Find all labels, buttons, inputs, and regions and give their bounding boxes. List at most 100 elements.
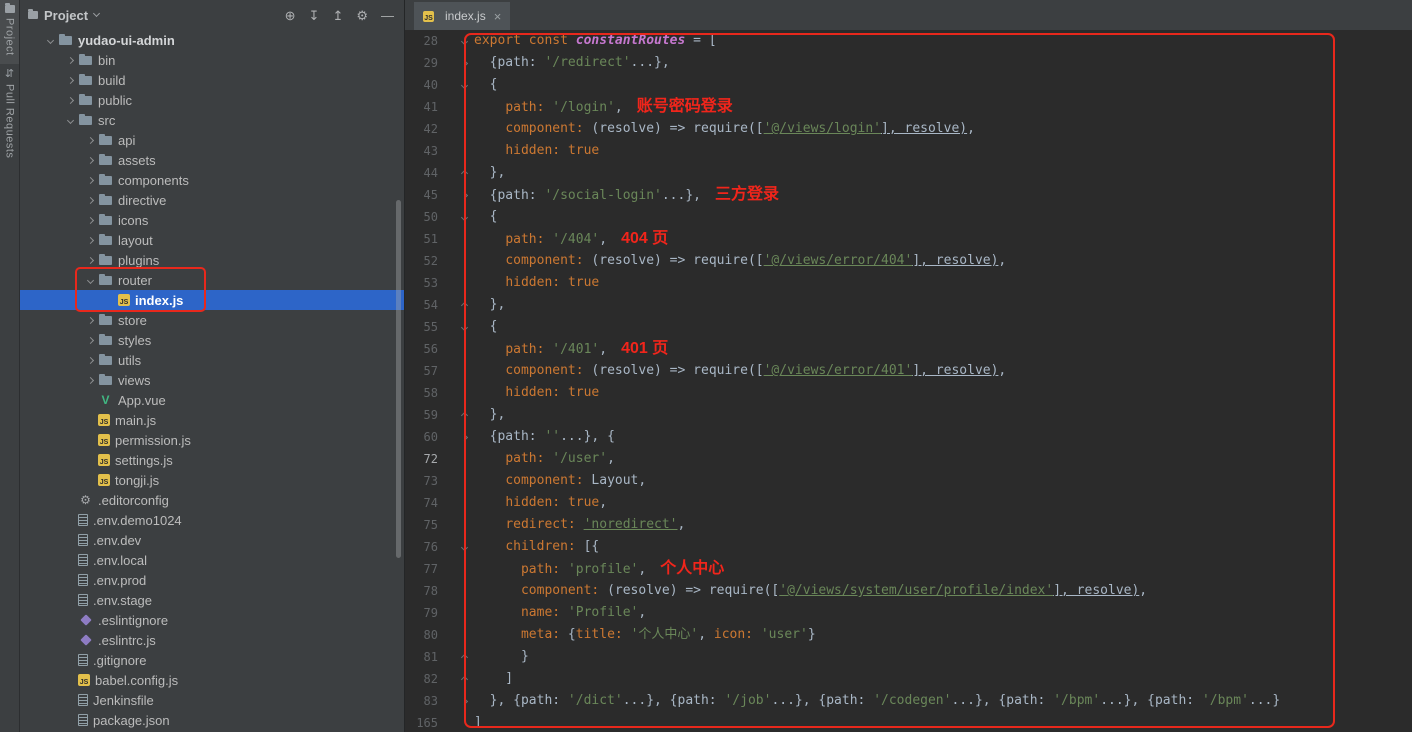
tree-item-directive[interactable]: directive [20, 190, 404, 210]
tree-item-public[interactable]: public [20, 90, 404, 110]
collapse-all-icon[interactable]: ↥ [332, 9, 343, 22]
tree-item-babel-config-js[interactable]: JSbabel.config.js [20, 670, 404, 690]
tree-item-settings-js[interactable]: JSsettings.js [20, 450, 404, 470]
fold-up-icon[interactable] [438, 303, 474, 308]
code-line-57[interactable]: 57 component: (resolve) => require(['@/v… [405, 360, 1412, 382]
code-line-51[interactable]: 51 path: '/404',404 页 [405, 228, 1412, 250]
code-line-79[interactable]: 79 name: 'Profile', [405, 602, 1412, 624]
code-line-82[interactable]: 82 ] [405, 668, 1412, 690]
chevron-expanded-icon[interactable] [42, 38, 58, 43]
tab-close-icon[interactable]: × [494, 9, 502, 24]
fold-right-icon[interactable] [438, 193, 474, 198]
tree-item-app-vue[interactable]: VApp.vue [20, 390, 404, 410]
tree-item-env-stage[interactable]: .env.stage [20, 590, 404, 610]
code-line-43[interactable]: 43 hidden: true [405, 140, 1412, 162]
chevron-collapsed-icon[interactable] [82, 378, 98, 383]
chevron-expanded-icon[interactable] [82, 278, 98, 283]
fold-down-icon[interactable] [438, 39, 474, 44]
chevron-collapsed-icon[interactable] [62, 58, 78, 63]
locate-file-icon[interactable]: ⊕ [285, 9, 296, 22]
stripe-item-project[interactable]: Project [0, 0, 19, 64]
chevron-collapsed-icon[interactable] [82, 218, 98, 223]
tree-item-utils[interactable]: utils [20, 350, 404, 370]
tree-item-env-prod[interactable]: .env.prod [20, 570, 404, 590]
chevron-collapsed-icon[interactable] [82, 318, 98, 323]
tree-item-eslintrc-js[interactable]: .eslintrc.js [20, 630, 404, 650]
code-line-54[interactable]: 54 }, [405, 294, 1412, 316]
hide-panel-icon[interactable]: — [381, 9, 394, 22]
tree-item-store[interactable]: store [20, 310, 404, 330]
fold-right-icon[interactable] [438, 699, 474, 704]
code-line-165[interactable]: 165] [405, 712, 1412, 732]
tree-item-yudao-ui-admin[interactable]: yudao-ui-admin [20, 30, 404, 50]
code-line-73[interactable]: 73 component: Layout, [405, 470, 1412, 492]
code-line-83[interactable]: 83 }, {path: '/dict'...}, {path: '/job'.… [405, 690, 1412, 712]
code-line-74[interactable]: 74 hidden: true, [405, 492, 1412, 514]
code-line-29[interactable]: 29 {path: '/redirect'...}, [405, 52, 1412, 74]
code-line-59[interactable]: 59 }, [405, 404, 1412, 426]
project-panel-title[interactable]: Project [44, 8, 88, 23]
fold-up-icon[interactable] [438, 171, 474, 176]
code-line-45[interactable]: 45 {path: '/social-login'...},三方登录 [405, 184, 1412, 206]
tree-item-env-demo1024[interactable]: .env.demo1024 [20, 510, 404, 530]
code-line-78[interactable]: 78 component: (resolve) => require(['@/v… [405, 580, 1412, 602]
fold-up-icon[interactable] [438, 655, 474, 660]
chevron-collapsed-icon[interactable] [82, 138, 98, 143]
chevron-collapsed-icon[interactable] [62, 78, 78, 83]
code-editor[interactable]: 28export const constantRoutes = [29 {pat… [405, 30, 1412, 732]
fold-up-icon[interactable] [438, 413, 474, 418]
code-line-50[interactable]: 50 { [405, 206, 1412, 228]
code-line-77[interactable]: 77 path: 'profile',个人中心 [405, 558, 1412, 580]
project-tree-scrollbar[interactable] [396, 200, 401, 558]
code-line-42[interactable]: 42 component: (resolve) => require(['@/v… [405, 118, 1412, 140]
code-line-28[interactable]: 28export const constantRoutes = [ [405, 30, 1412, 52]
code-line-56[interactable]: 56 path: '/401',401 页 [405, 338, 1412, 360]
expand-all-icon[interactable]: ↧ [309, 9, 320, 22]
tree-item-components[interactable]: components [20, 170, 404, 190]
tree-item-build[interactable]: build [20, 70, 404, 90]
fold-down-icon[interactable] [438, 83, 474, 88]
stripe-item-pull-requests[interactable]: ⇵ Pull Requests [0, 64, 19, 166]
fold-up-icon[interactable] [438, 677, 474, 682]
code-line-72[interactable]: 72 path: '/user', [405, 448, 1412, 470]
tree-item-main-js[interactable]: JSmain.js [20, 410, 404, 430]
tree-item-editorconfig[interactable]: ⚙.editorconfig [20, 490, 404, 510]
code-line-58[interactable]: 58 hidden: true [405, 382, 1412, 404]
fold-right-icon[interactable] [438, 435, 474, 440]
tree-item-assets[interactable]: assets [20, 150, 404, 170]
chevron-down-icon[interactable] [93, 10, 100, 17]
code-line-81[interactable]: 81 } [405, 646, 1412, 668]
code-line-53[interactable]: 53 hidden: true [405, 272, 1412, 294]
tree-item-gitignore[interactable]: .gitignore [20, 650, 404, 670]
code-line-75[interactable]: 75 redirect: 'noredirect', [405, 514, 1412, 536]
code-line-55[interactable]: 55 { [405, 316, 1412, 338]
code-line-41[interactable]: 41 path: '/login',账号密码登录 [405, 96, 1412, 118]
code-line-60[interactable]: 60 {path: ''...}, { [405, 426, 1412, 448]
tree-item-package-json[interactable]: package.json [20, 710, 404, 730]
chevron-collapsed-icon[interactable] [82, 338, 98, 343]
fold-down-icon[interactable] [438, 215, 474, 220]
tree-item-jenkinsfile[interactable]: Jenkinsfile [20, 690, 404, 710]
tree-item-eslintignore[interactable]: .eslintignore [20, 610, 404, 630]
tree-item-router[interactable]: router [20, 270, 404, 290]
tree-item-env-local[interactable]: .env.local [20, 550, 404, 570]
tree-item-env-dev[interactable]: .env.dev [20, 530, 404, 550]
fold-down-icon[interactable] [438, 325, 474, 330]
chevron-collapsed-icon[interactable] [82, 158, 98, 163]
tree-item-layout[interactable]: layout [20, 230, 404, 250]
tree-item-bin[interactable]: bin [20, 50, 404, 70]
tree-item-src[interactable]: src [20, 110, 404, 130]
tree-item-views[interactable]: views [20, 370, 404, 390]
tree-item-plugins[interactable]: plugins [20, 250, 404, 270]
settings-gear-icon[interactable]: ⚙ [356, 9, 368, 22]
chevron-collapsed-icon[interactable] [82, 198, 98, 203]
tree-item-icons[interactable]: icons [20, 210, 404, 230]
chevron-collapsed-icon[interactable] [82, 178, 98, 183]
chevron-collapsed-icon[interactable] [82, 238, 98, 243]
code-line-76[interactable]: 76 children: [{ [405, 536, 1412, 558]
code-line-80[interactable]: 80 meta: {title: '个人中心', icon: 'user'} [405, 624, 1412, 646]
tree-item-index-js[interactable]: JSindex.js [20, 290, 404, 310]
code-line-44[interactable]: 44 }, [405, 162, 1412, 184]
chevron-collapsed-icon[interactable] [82, 258, 98, 263]
tree-item-permission-js[interactable]: JSpermission.js [20, 430, 404, 450]
